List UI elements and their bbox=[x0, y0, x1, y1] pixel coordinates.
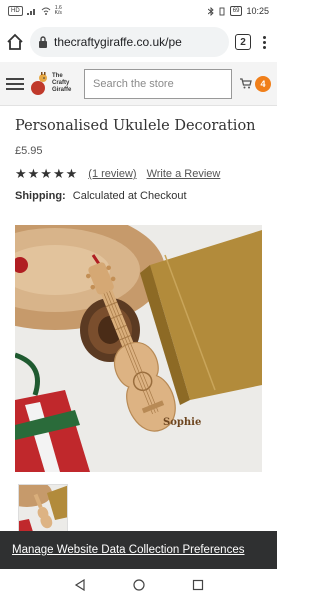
thumbnail-image bbox=[19, 485, 67, 533]
shipping-label: Shipping: bbox=[15, 190, 66, 202]
product-price: £5.95 bbox=[15, 145, 43, 157]
write-review-link[interactable]: Write a Review bbox=[147, 168, 221, 180]
lock-icon bbox=[39, 36, 47, 48]
signal-icon bbox=[26, 9, 35, 15]
logo-text-giraffe: Giraffe bbox=[52, 87, 72, 93]
site-logo[interactable]: The Crafty Giraffe bbox=[30, 68, 78, 100]
review-count-link[interactable]: (1 review) bbox=[88, 168, 136, 180]
cart-button[interactable]: 4 bbox=[240, 75, 271, 92]
speed-unit: K/s bbox=[54, 10, 62, 16]
product-rating: ★★★★★ (1 review) Write a Review bbox=[15, 166, 220, 182]
url-text: thecraftygiraffe.co.uk/pe bbox=[54, 35, 182, 49]
address-bar[interactable]: thecraftygiraffe.co.uk/pe bbox=[30, 27, 229, 57]
status-bar: HD 1.6 K/s 69 10:25 bbox=[0, 0, 277, 22]
logo-text-the: The bbox=[52, 73, 63, 79]
more-icon[interactable] bbox=[257, 35, 271, 49]
network-speed: 1.6 K/s bbox=[55, 6, 62, 16]
product-main-image[interactable]: Sophie bbox=[15, 225, 262, 472]
search-input[interactable]: Search the store bbox=[84, 68, 232, 99]
battery-indicator: 69 bbox=[229, 6, 243, 16]
back-icon[interactable] bbox=[74, 578, 86, 591]
cart-icon bbox=[240, 78, 252, 89]
menu-icon[interactable] bbox=[6, 77, 24, 90]
system-nav-bar bbox=[0, 569, 277, 600]
logo-text-crafty: Crafty bbox=[52, 80, 70, 86]
browser-toolbar: thecraftygiraffe.co.uk/pe 2 bbox=[0, 22, 277, 62]
tabs-icon[interactable]: 2 bbox=[235, 34, 251, 50]
hd-badge: HD bbox=[8, 6, 23, 16]
vibrate-icon bbox=[219, 7, 225, 15]
wifi-icon bbox=[41, 7, 51, 15]
giraffe-logo-icon bbox=[31, 71, 47, 95]
bluetooth-icon bbox=[207, 6, 214, 16]
cookie-banner: Manage Website Data Collection Preferenc… bbox=[0, 531, 277, 569]
ukulele-photo: Sophie bbox=[15, 225, 262, 472]
clock: 10:25 bbox=[246, 6, 269, 16]
home-nav-icon[interactable] bbox=[132, 578, 145, 591]
recents-icon[interactable] bbox=[192, 579, 204, 591]
rating-stars: ★★★★★ bbox=[15, 166, 79, 181]
product-thumbnail[interactable] bbox=[18, 484, 68, 534]
site-header: The Crafty Giraffe Search the store 4 bbox=[0, 62, 277, 106]
home-icon[interactable] bbox=[6, 33, 24, 51]
cart-count-badge: 4 bbox=[255, 75, 271, 92]
manage-data-preferences-link[interactable]: Manage Website Data Collection Preferenc… bbox=[12, 544, 244, 556]
engraved-name-text: Sophie bbox=[163, 417, 201, 428]
product-title: Personalised Ukulele Decoration bbox=[15, 118, 256, 134]
shipping-value: Calculated at Checkout bbox=[72, 190, 187, 202]
shipping-info: Shipping: Calculated at Checkout bbox=[15, 190, 187, 202]
